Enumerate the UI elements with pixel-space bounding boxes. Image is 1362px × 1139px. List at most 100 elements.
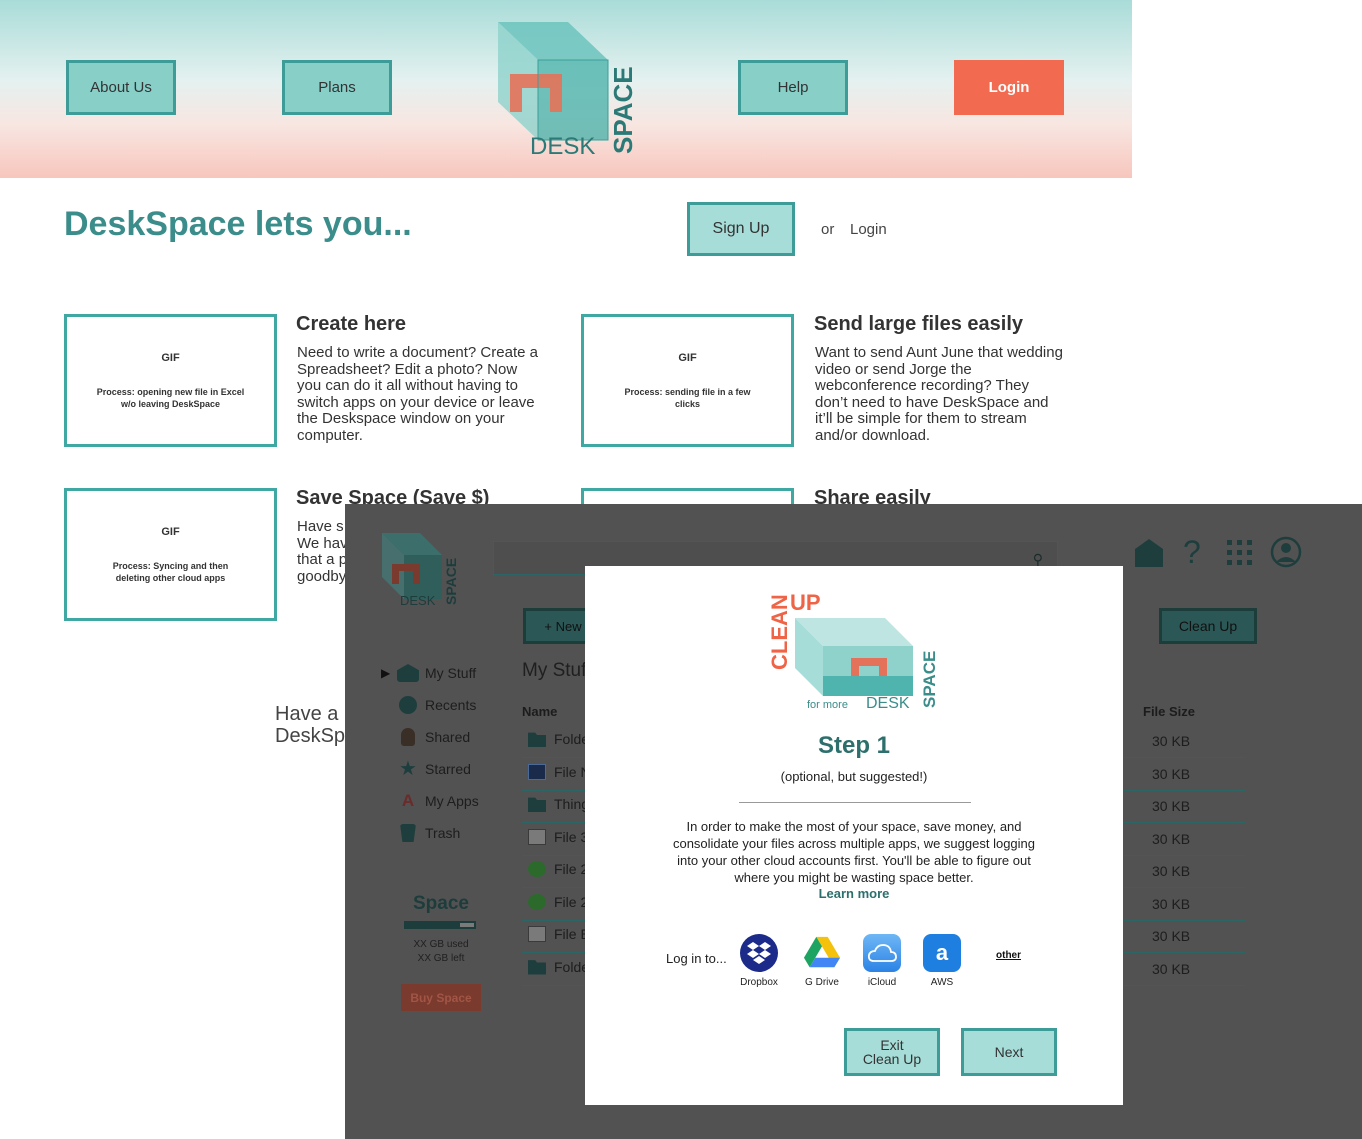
icloud-login[interactable]: iCloud bbox=[854, 934, 910, 988]
file-size: 30 KB bbox=[1152, 733, 1191, 749]
divider bbox=[739, 802, 971, 803]
sidebar-item-trash[interactable]: Trash bbox=[397, 822, 460, 844]
account-icon[interactable] bbox=[1270, 536, 1302, 568]
file-size: 30 KB bbox=[1152, 765, 1191, 782]
expand-arrow-icon[interactable]: ▶ bbox=[381, 666, 390, 680]
sidebar-item-label: My Apps bbox=[425, 793, 479, 809]
row-divider bbox=[522, 854, 587, 856]
file-name: Folde bbox=[554, 731, 590, 747]
clean-up-logo: CLEAN UP for more DESK SPACE bbox=[767, 590, 939, 712]
aws-login[interactable]: a AWS bbox=[914, 934, 970, 988]
table-row[interactable]: File N bbox=[528, 763, 591, 780]
row-divider bbox=[522, 789, 587, 791]
icloud-icon[interactable] bbox=[863, 934, 901, 972]
row-divider bbox=[1123, 952, 1245, 953]
table-row[interactable]: File 2 bbox=[528, 893, 588, 910]
learn-more-link[interactable]: Learn more bbox=[585, 886, 1123, 901]
help-icon[interactable]: ? bbox=[1183, 534, 1201, 571]
column-header-size[interactable]: File Size bbox=[1143, 704, 1195, 719]
space-left: XX GB left bbox=[417, 953, 465, 964]
grid-icon[interactable] bbox=[1226, 539, 1254, 567]
home-icon[interactable] bbox=[1133, 537, 1165, 569]
log-in-to-label: Log in to... bbox=[666, 951, 727, 966]
next-button[interactable]: Next bbox=[961, 1028, 1057, 1076]
feature-text-send: Want to send Aunt June that wedding vide… bbox=[815, 344, 1063, 444]
gdrive-login[interactable]: G Drive bbox=[794, 934, 850, 988]
gif-placeholder-send: GIF Process: sending file in a few click… bbox=[581, 314, 794, 447]
document-icon bbox=[528, 926, 546, 942]
sidebar-item-recents[interactable]: Recents bbox=[397, 694, 476, 716]
step-description: In order to make the most of your space,… bbox=[672, 819, 1036, 885]
sidebar-item-label: Starred bbox=[425, 761, 471, 777]
row-divider bbox=[1123, 757, 1245, 758]
app-logo[interactable]: DESK SPACE bbox=[380, 529, 460, 609]
row-divider bbox=[522, 757, 587, 758]
svg-text:SPACE: SPACE bbox=[920, 651, 939, 708]
plans-button[interactable]: Plans bbox=[282, 60, 392, 115]
file-size: 30 KB bbox=[1152, 928, 1191, 944]
feature-text-create: Need to write a document? Create a Sprea… bbox=[297, 344, 538, 444]
sidebar-item-shared[interactable]: Shared bbox=[397, 726, 470, 748]
document-icon bbox=[528, 828, 546, 845]
exit-clean-up-button[interactable]: Exit Clean Up bbox=[844, 1028, 940, 1076]
cleanup-modal: CLEAN UP for more DESK SPACE Step 1 (opt… bbox=[585, 566, 1123, 1105]
deskspace-logo[interactable]: DESK SPACE bbox=[490, 12, 640, 162]
file-name: Folde bbox=[554, 958, 590, 975]
file-name: Thing bbox=[554, 796, 590, 812]
gif-caption: Process: opening new file in Excel w/o l… bbox=[96, 387, 245, 409]
buy-space-button[interactable]: Buy Space bbox=[401, 984, 481, 1011]
table-row[interactable]: File 2 bbox=[528, 861, 588, 877]
person-icon bbox=[401, 728, 415, 746]
folder-icon bbox=[528, 732, 546, 747]
sidebar-item-starred[interactable]: ★ Starred bbox=[397, 758, 471, 780]
file-size: 30 KB bbox=[1152, 863, 1191, 879]
row-divider bbox=[1123, 854, 1245, 856]
column-header-name[interactable]: Name bbox=[522, 704, 557, 719]
sidebar-item-label: My Stuff bbox=[425, 665, 477, 681]
table-row[interactable]: Folde bbox=[528, 959, 589, 975]
step-title: Step 1 bbox=[817, 732, 891, 759]
svg-text:SPACE: SPACE bbox=[608, 66, 638, 154]
table-row[interactable]: File 3 bbox=[528, 828, 588, 845]
help-button[interactable]: Help bbox=[738, 60, 848, 115]
star-icon: ★ bbox=[399, 758, 417, 780]
gif-label: GIF bbox=[161, 352, 180, 364]
table-row[interactable]: File E bbox=[528, 926, 590, 942]
quickbooks-icon bbox=[528, 893, 546, 910]
login-button[interactable]: Login bbox=[954, 60, 1064, 115]
clean-up-button[interactable]: Clean Up bbox=[1159, 608, 1257, 644]
space-used: XX GB used bbox=[413, 939, 469, 950]
sidebar-item-my-apps[interactable]: A My Apps bbox=[397, 790, 479, 812]
file-size: 30 KB bbox=[1152, 960, 1191, 977]
service-label: AWS bbox=[930, 977, 954, 988]
or-text: or bbox=[821, 221, 835, 238]
row-divider bbox=[1123, 919, 1245, 921]
sidebar-item-my-stuff[interactable]: My Stuff bbox=[397, 662, 476, 684]
sign-up-button[interactable]: Sign Up bbox=[687, 202, 795, 256]
gif-placeholder-create: GIF Process: opening new file in Excel w… bbox=[64, 314, 277, 447]
svg-text:SPACE: SPACE bbox=[443, 558, 459, 605]
feature-title-send: Send large files easily bbox=[814, 313, 1023, 335]
dropbox-icon[interactable] bbox=[740, 934, 778, 972]
file-size: 30 KB bbox=[1152, 830, 1191, 847]
hero-title: DeskSpace lets you... bbox=[64, 205, 412, 243]
gif-caption: Process: Syncing and then deleting other… bbox=[112, 561, 229, 583]
table-row[interactable]: Thing bbox=[528, 796, 589, 812]
sidebar-item-label: Recents bbox=[425, 697, 477, 713]
cta-text: Have a DeskSp bbox=[275, 703, 346, 747]
about-us-button[interactable]: About Us bbox=[66, 60, 176, 115]
folder-icon bbox=[528, 960, 546, 975]
trash-icon bbox=[400, 824, 416, 842]
apps-icon: A bbox=[401, 791, 415, 810]
gif-placeholder-save: GIF Process: Syncing and then deleting o… bbox=[64, 488, 277, 621]
dropbox-login[interactable]: Dropbox bbox=[731, 934, 787, 988]
login-link[interactable]: Login bbox=[850, 221, 887, 238]
aws-icon[interactable]: a bbox=[923, 934, 961, 972]
row-divider bbox=[1123, 789, 1245, 791]
other-login-link[interactable]: other bbox=[996, 950, 1021, 961]
svg-text:for more: for more bbox=[807, 699, 848, 711]
table-row[interactable]: Folde bbox=[528, 731, 589, 747]
row-divider bbox=[522, 952, 587, 953]
svg-text:UP: UP bbox=[790, 590, 821, 615]
gdrive-icon[interactable] bbox=[803, 934, 841, 972]
